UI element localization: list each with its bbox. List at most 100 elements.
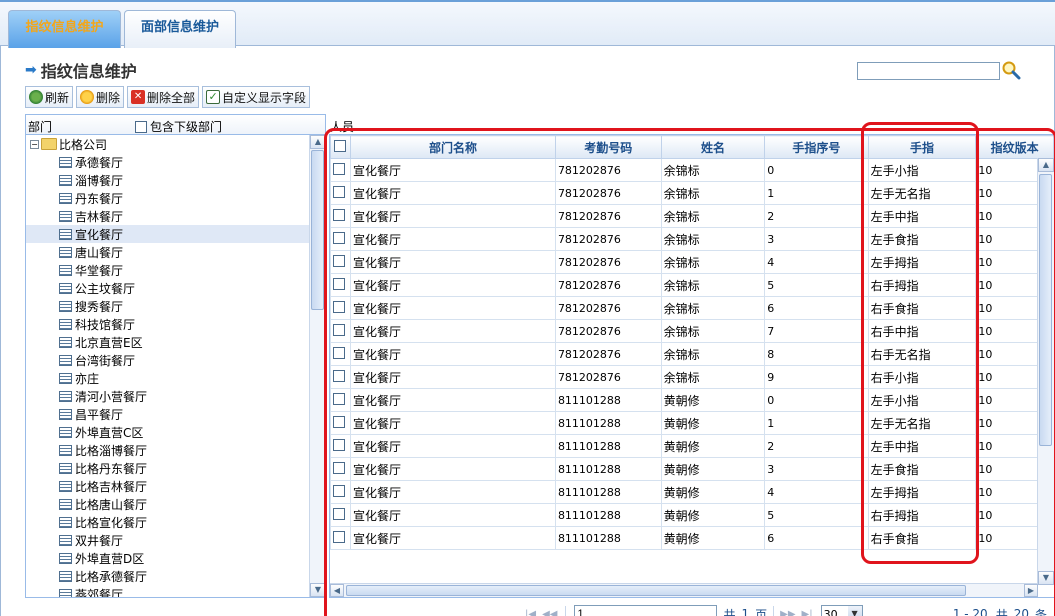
row-checkbox[interactable] <box>333 369 345 382</box>
row-checkbox[interactable] <box>333 530 345 543</box>
row-checkbox[interactable] <box>333 185 345 198</box>
tree-item[interactable]: 承德餐厅 <box>26 153 310 171</box>
row-select-cell[interactable] <box>330 319 351 343</box>
row-checkbox[interactable] <box>333 254 345 267</box>
scroll-down-icon[interactable]: ▼ <box>310 583 326 597</box>
tree-item[interactable]: 吉林餐厅 <box>26 207 310 225</box>
include-sub-checkbox[interactable]: 包含下级部门 <box>135 118 222 135</box>
tree-item[interactable]: 比格承德餐厅 <box>26 567 310 585</box>
table-row[interactable]: 宣化餐厅 781202876 余锦标 2 左手中指 10 <box>330 204 1054 228</box>
tree-item[interactable]: 比格宣化餐厅 <box>26 513 310 531</box>
scroll-right-icon[interactable]: ▶ <box>1024 584 1038 597</box>
row-checkbox[interactable] <box>333 162 345 175</box>
tree-item[interactable]: 搜秀餐厅 <box>26 297 310 315</box>
tree-item[interactable]: 外埠直营D区 <box>26 549 310 567</box>
row-checkbox[interactable] <box>333 438 345 451</box>
table-row[interactable]: 宣化餐厅 781202876 余锦标 3 左手食指 10 <box>330 227 1054 251</box>
row-checkbox[interactable] <box>333 392 345 405</box>
col-header-finger[interactable]: 手指 <box>867 135 977 159</box>
row-checkbox[interactable] <box>333 415 345 428</box>
select-all-header[interactable] <box>330 135 351 159</box>
grid-scroll-up-icon[interactable]: ▲ <box>1038 158 1054 172</box>
tree-item[interactable]: 唐山餐厅 <box>26 243 310 261</box>
prev-page-icon[interactable]: ◀◀ <box>542 609 557 616</box>
delete-all-button[interactable]: ✕ 删除全部 <box>127 86 200 108</box>
last-page-icon[interactable]: ▶| <box>802 609 813 616</box>
row-checkbox[interactable] <box>333 346 345 359</box>
row-checkbox[interactable] <box>333 323 345 336</box>
tab-fingerprint[interactable]: 指纹信息维护 <box>8 10 121 48</box>
row-checkbox[interactable] <box>333 231 345 244</box>
select-all-checkbox[interactable] <box>334 139 347 152</box>
tree-item[interactable]: 比格唐山餐厅 <box>26 495 310 513</box>
row-select-cell[interactable] <box>330 434 351 458</box>
table-row[interactable]: 宣化餐厅 781202876 余锦标 0 左手小指 10 <box>330 158 1054 182</box>
table-row[interactable]: 宣化餐厅 811101288 黄朝修 4 左手拇指 10 <box>330 480 1054 504</box>
tree-item[interactable]: 亦庄 <box>26 369 310 387</box>
scroll-up-icon[interactable]: ▲ <box>310 135 326 149</box>
row-select-cell[interactable] <box>330 342 351 366</box>
tree-item[interactable]: 双井餐厅 <box>26 531 310 549</box>
table-row[interactable]: 宣化餐厅 811101288 黄朝修 1 左手无名指 10 <box>330 411 1054 435</box>
search-input[interactable] <box>857 62 1000 80</box>
table-row[interactable]: 宣化餐厅 781202876 余锦标 5 右手拇指 10 <box>330 273 1054 297</box>
row-select-cell[interactable] <box>330 388 351 412</box>
tree-item[interactable]: 公主坟餐厅 <box>26 279 310 297</box>
tree-root[interactable]: − 比格公司 <box>26 135 310 153</box>
row-select-cell[interactable] <box>330 365 351 389</box>
tree-item[interactable]: 淄博餐厅 <box>26 171 310 189</box>
chevron-down-icon[interactable]: ▼ <box>847 606 862 616</box>
table-row[interactable]: 宣化餐厅 781202876 余锦标 8 右手无名指 10 <box>330 342 1054 366</box>
col-header-version[interactable]: 指纹版本 <box>975 135 1054 159</box>
table-row[interactable]: 宣化餐厅 781202876 余锦标 1 左手无名指 10 <box>330 181 1054 205</box>
table-row[interactable]: 宣化餐厅 811101288 黄朝修 0 左手小指 10 <box>330 388 1054 412</box>
row-select-cell[interactable] <box>330 250 351 274</box>
tree-item[interactable]: 外埠直营C区 <box>26 423 310 441</box>
table-row[interactable]: 宣化餐厅 781202876 余锦标 6 右手食指 10 <box>330 296 1054 320</box>
row-select-cell[interactable] <box>330 296 351 320</box>
col-header-name[interactable]: 姓名 <box>660 135 766 159</box>
table-row[interactable]: 宣化餐厅 811101288 黄朝修 5 右手拇指 10 <box>330 503 1054 527</box>
table-row[interactable]: 宣化餐厅 781202876 余锦标 4 左手拇指 10 <box>330 250 1054 274</box>
tree-item[interactable]: 丹东餐厅 <box>26 189 310 207</box>
first-page-icon[interactable]: |◀ <box>525 609 536 616</box>
custom-fields-button[interactable]: ✓ 自定义显示字段 <box>202 86 311 108</box>
tree-item[interactable]: 台湾街餐厅 <box>26 351 310 369</box>
tree-item[interactable]: 科技馆餐厅 <box>26 315 310 333</box>
grid-hscrollbar[interactable]: ◀ ▶ <box>330 583 1038 597</box>
row-select-cell[interactable] <box>330 526 351 550</box>
grid-vscrollbar[interactable]: ▲ ▼ <box>1037 158 1054 585</box>
checkbox-box[interactable] <box>135 120 147 133</box>
row-checkbox[interactable] <box>333 461 345 474</box>
tree-item[interactable]: 比格丹东餐厅 <box>26 459 310 477</box>
tree-item[interactable]: 华堂餐厅 <box>26 261 310 279</box>
next-page-icon[interactable]: ▶▶ <box>780 609 795 616</box>
grid-scroll-thumb[interactable] <box>1039 174 1052 446</box>
search-icon[interactable] <box>1001 60 1021 80</box>
row-checkbox[interactable] <box>333 208 345 221</box>
table-row[interactable]: 宣化餐厅 811101288 黄朝修 2 左手中指 10 <box>330 434 1054 458</box>
scroll-left-icon[interactable]: ◀ <box>330 584 344 597</box>
col-header-dept[interactable]: 部门名称 <box>349 135 556 159</box>
row-select-cell[interactable] <box>330 503 351 527</box>
row-select-cell[interactable] <box>330 273 351 297</box>
row-select-cell[interactable] <box>330 204 351 228</box>
refresh-button[interactable]: 刷新 <box>25 86 74 108</box>
row-select-cell[interactable] <box>330 181 351 205</box>
row-checkbox[interactable] <box>333 277 345 290</box>
row-select-cell[interactable] <box>330 457 351 481</box>
row-checkbox[interactable] <box>333 484 345 497</box>
table-row[interactable]: 宣化餐厅 811101288 黄朝修 3 左手食指 10 <box>330 457 1054 481</box>
row-select-cell[interactable] <box>330 480 351 504</box>
tree-item[interactable]: 燕郊餐厅 <box>26 585 310 597</box>
tree-item[interactable]: 比格吉林餐厅 <box>26 477 310 495</box>
scroll-thumb[interactable] <box>311 150 324 310</box>
collapse-icon[interactable]: − <box>30 139 39 149</box>
row-select-cell[interactable] <box>330 158 351 182</box>
tab-face[interactable]: 面部信息维护 <box>124 10 236 48</box>
table-row[interactable]: 宣化餐厅 781202876 余锦标 9 右手小指 10 <box>330 365 1054 389</box>
col-header-attendance-no[interactable]: 考勤号码 <box>554 135 662 159</box>
grid-scroll-down-icon[interactable]: ▼ <box>1038 571 1054 585</box>
delete-button[interactable]: 删除 <box>76 86 125 108</box>
row-checkbox[interactable] <box>333 507 345 520</box>
